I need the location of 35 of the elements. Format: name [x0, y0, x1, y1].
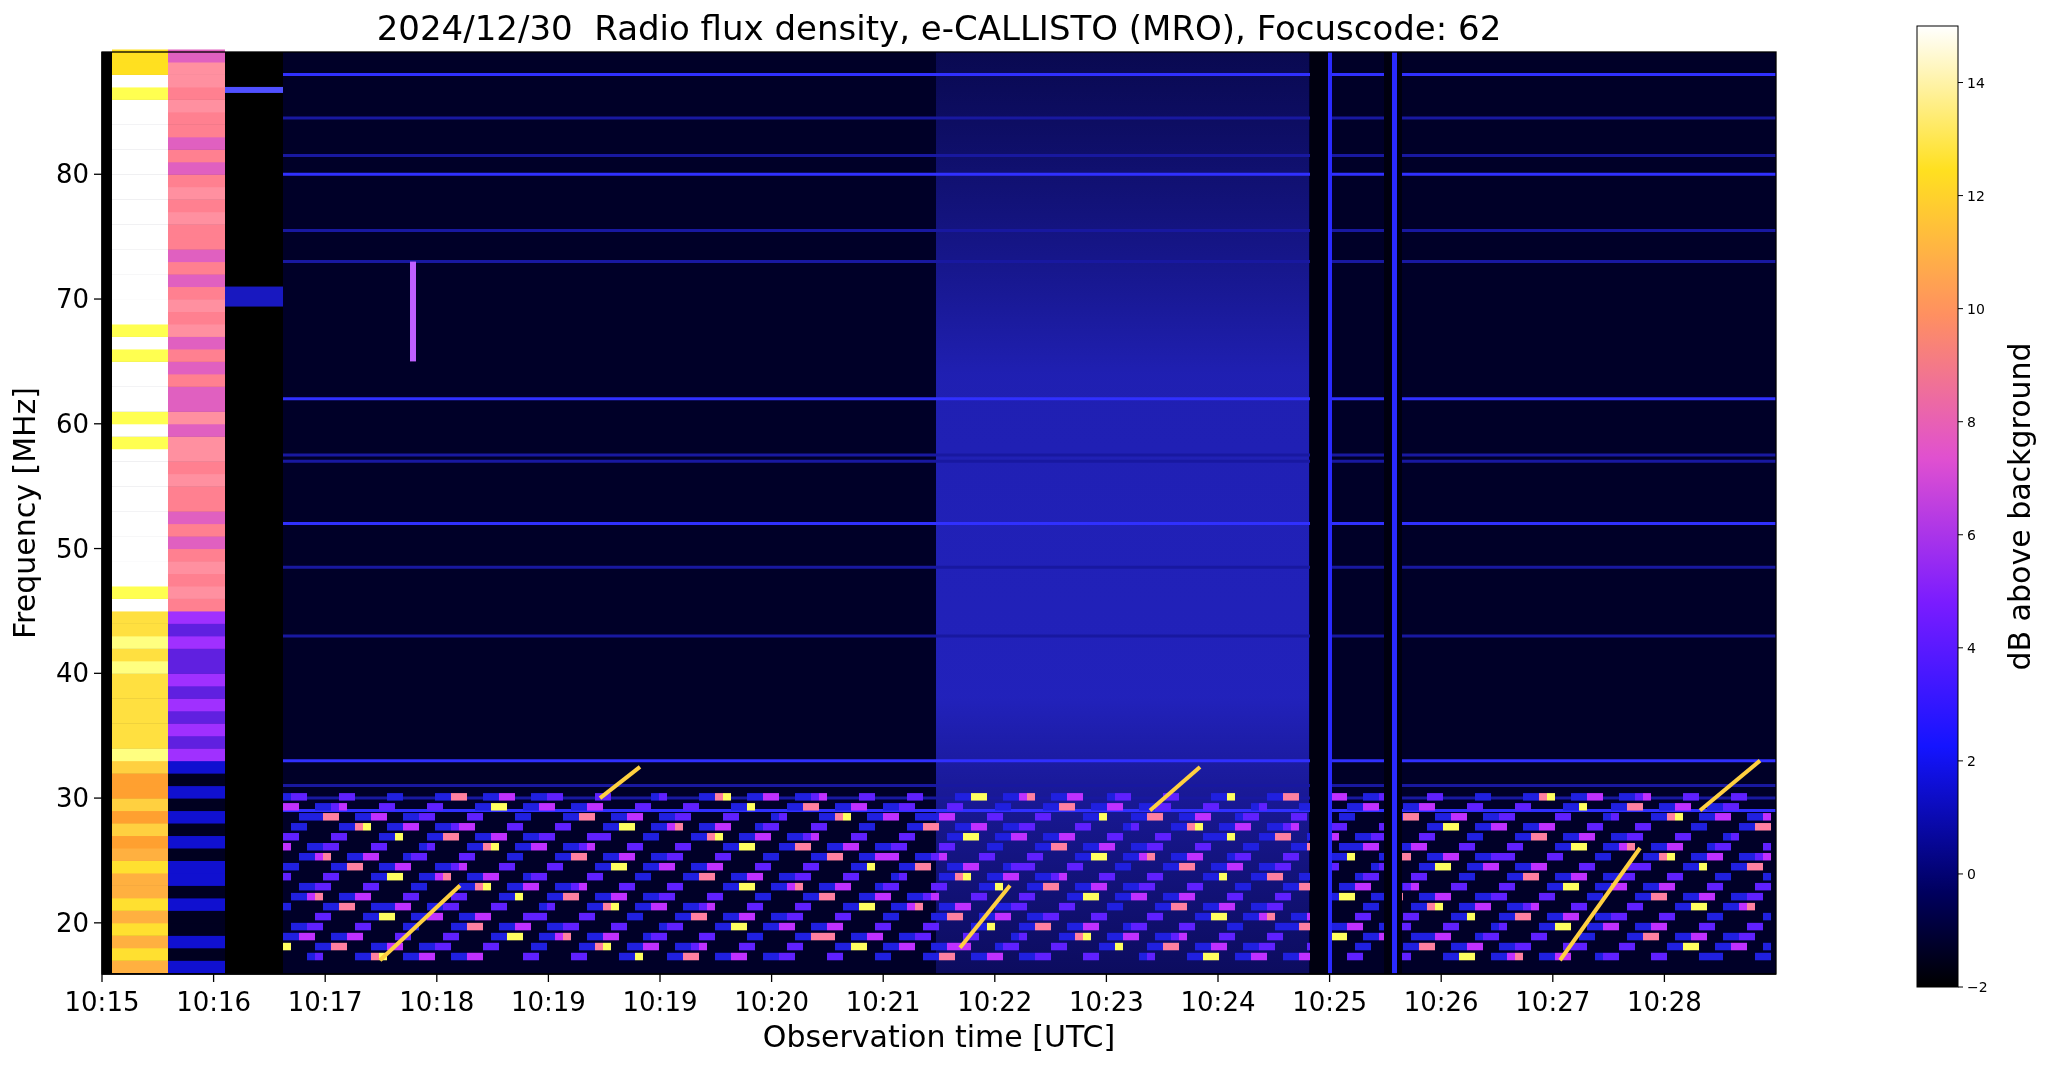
x-tick-label: 10:25	[1292, 987, 1368, 1017]
colorbar-tick-label: 0	[1967, 865, 1976, 882]
x-tick-label: 10:24	[1180, 987, 1256, 1017]
y-tick-label: 70	[55, 284, 89, 315]
x-axis-label: Observation time [UTC]	[762, 1019, 1116, 1054]
x-tick-label: 10:21	[845, 987, 921, 1017]
y-tick-label: 50	[55, 533, 89, 564]
x-tick-label: 10:26	[1403, 987, 1479, 1017]
x-tick-label: 10:19	[622, 987, 698, 1017]
x-tick-label: 10:17	[287, 987, 363, 1017]
colorbar-tick-label: 8	[1967, 413, 1976, 430]
colorbar-tick-label: 2	[1967, 752, 1976, 769]
colorbar-tick-label: 6	[1967, 526, 1976, 543]
x-tick-label: 10:23	[1068, 987, 1144, 1017]
y-tick-label: 60	[55, 408, 89, 439]
y-tick-label: 20	[55, 907, 89, 938]
colorbar-tick-label: −2	[1967, 979, 1988, 995]
x-tick-label: 10:18	[399, 987, 475, 1017]
y-tick-label: 30	[55, 783, 89, 814]
colorbar-tick-label: 14	[1967, 74, 1985, 91]
x-tick-label: 10:20	[734, 987, 810, 1017]
colorbar-tick-label: 4	[1967, 639, 1976, 656]
x-tick-label: 10:16	[176, 987, 252, 1017]
x-tick-label: 10:27	[1515, 987, 1591, 1017]
colorbar-tick-label: 12	[1967, 187, 1985, 204]
chart-title: 2024/12/30 Radio flux density, e-CALLISTO (MRO), Focuscode: 62	[376, 8, 1502, 48]
x-tick-label: 10:28	[1626, 987, 1702, 1017]
x-tick-label: 10:19	[510, 987, 586, 1017]
y-tick-label: 80	[55, 159, 89, 190]
y-axis-label: Frequency [MHz]	[7, 386, 42, 640]
x-tick-label: 10:15	[64, 987, 140, 1017]
y-tick-label: 40	[55, 658, 89, 689]
colorbar-tick-label: 10	[1967, 300, 1985, 317]
x-tick-label: 10:22	[957, 987, 1033, 1017]
colorbar-label: dB above background	[2002, 342, 2037, 671]
